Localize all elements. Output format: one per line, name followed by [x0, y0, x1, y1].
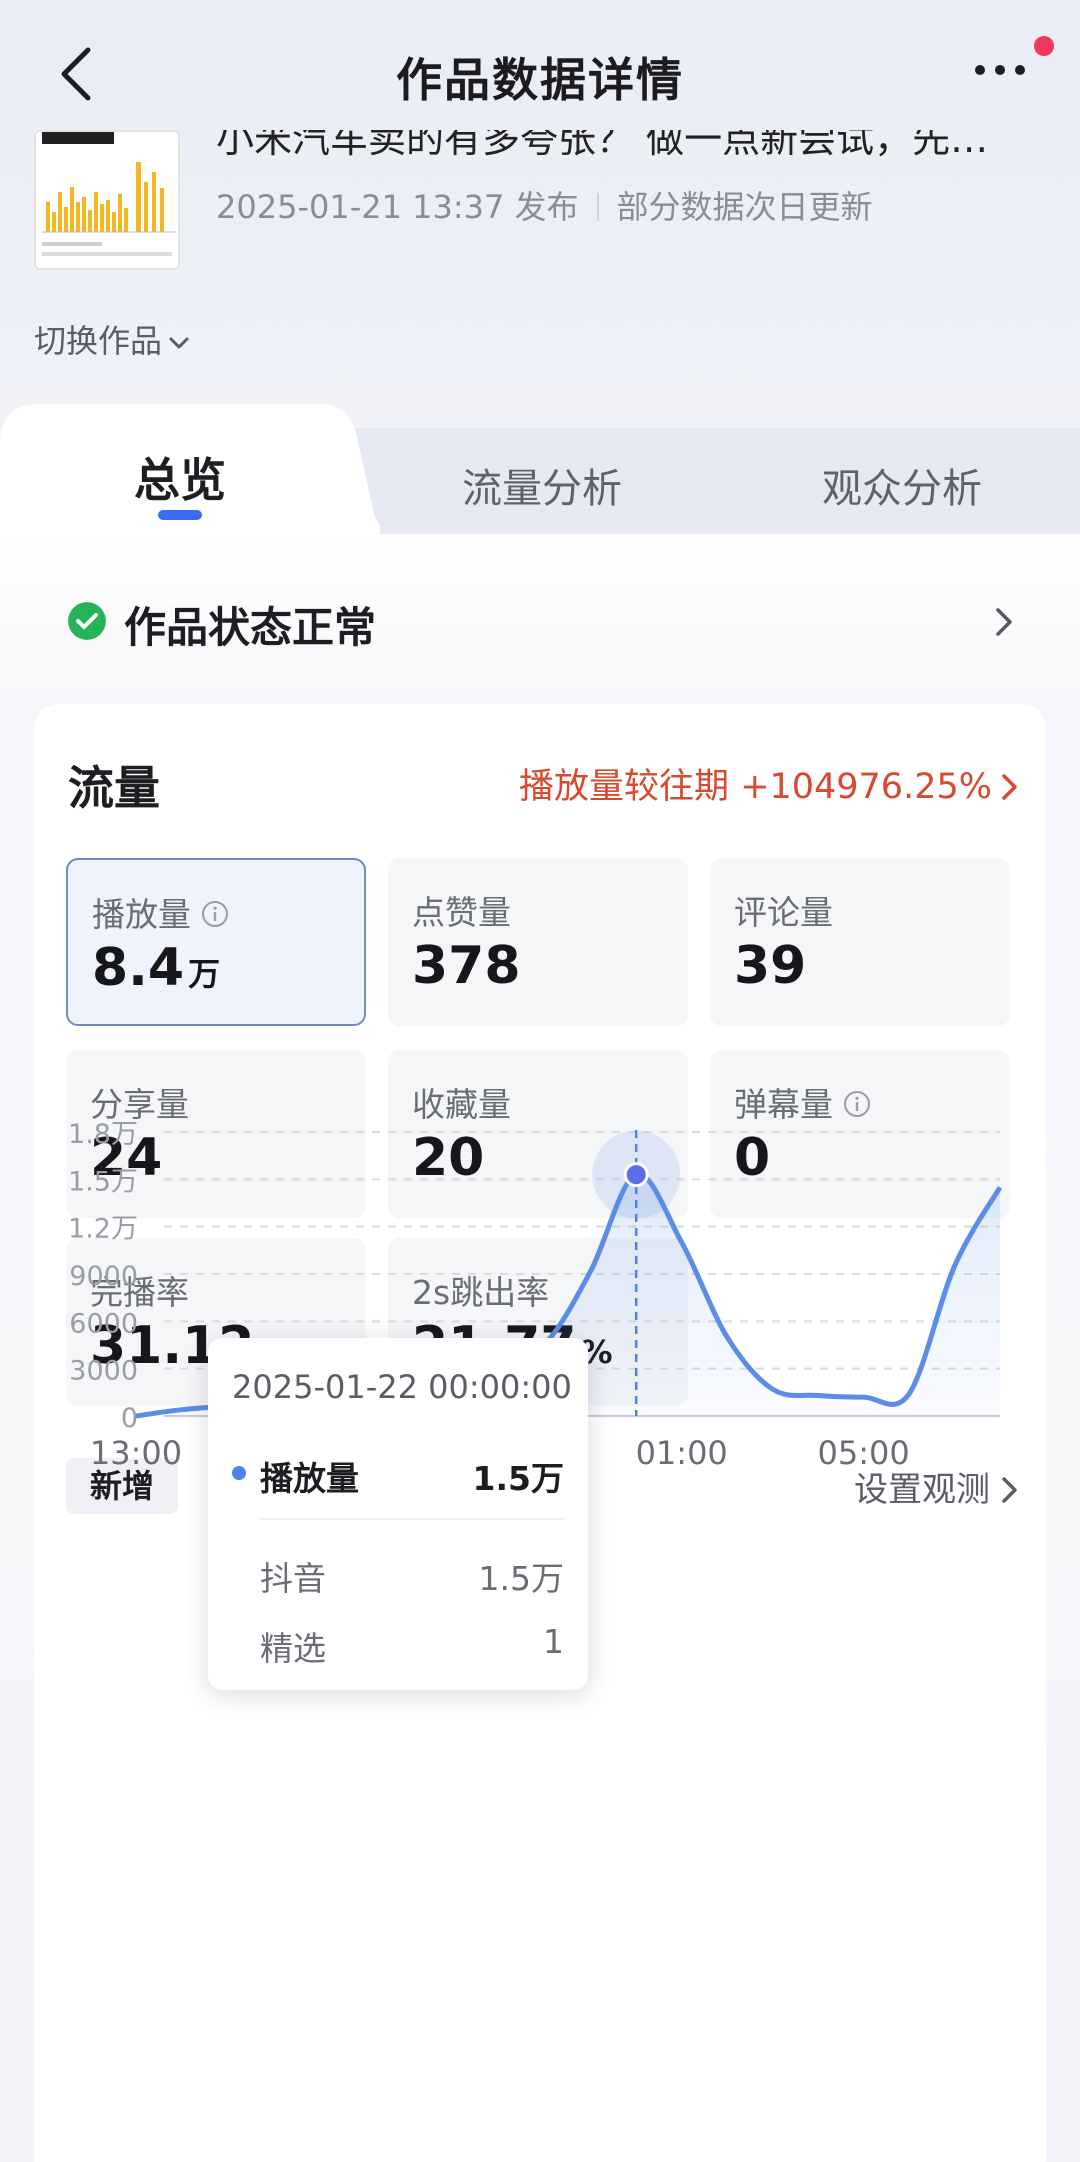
- highlight-point: [623, 1162, 649, 1188]
- switch-work-label: 切换作品: [34, 322, 163, 360]
- metric-value: 378: [412, 936, 521, 996]
- check-circle-icon: [68, 602, 106, 640]
- metric-value: 39: [734, 936, 806, 996]
- work-thumbnail[interactable]: [34, 130, 180, 270]
- play-compare-text: 播放量较往期 +104976.25%: [519, 767, 992, 807]
- tab-traffic-analysis[interactable]: 流量分析: [462, 456, 622, 514]
- metric-label: 评论量: [734, 886, 833, 934]
- publish-time: 2025-01-21 13:37 发布: [216, 188, 579, 226]
- metric-label-text: 点赞量: [412, 893, 511, 932]
- update-note: 部分数据次日更新: [616, 188, 873, 226]
- tooltip-series-name: 播放量: [260, 1459, 359, 1498]
- y-tick-label: 1.8万: [68, 1119, 138, 1150]
- play-compare-link[interactable]: 播放量较往期 +104976.25%: [519, 758, 1020, 809]
- switch-work-button[interactable]: 切换作品: [34, 316, 192, 362]
- metric-card[interactable]: 播放量 8.4 万: [66, 858, 366, 1026]
- chevron-right-icon: [1002, 774, 1017, 800]
- metric-value-number: 39: [734, 936, 807, 996]
- x-tick-label: 01:00: [636, 1434, 728, 1472]
- x-tick-label: 13:00: [90, 1434, 182, 1472]
- traffic-title: 流量: [68, 761, 160, 815]
- tooltip-series-value: 1.5万: [472, 1459, 564, 1498]
- metric-label-text: 评论量: [734, 893, 833, 932]
- tooltip-row-value: 1.5万: [478, 1559, 564, 1598]
- metric-value-number: 8.4: [92, 938, 185, 998]
- tab-audience-analysis[interactable]: 观众分析: [822, 456, 982, 514]
- meta-divider: [596, 193, 599, 221]
- chevron-down-icon: [169, 337, 189, 349]
- chevron-right-icon: [996, 608, 1012, 636]
- y-tick-label: 9000: [69, 1261, 138, 1292]
- metric-value-number: 378: [412, 936, 521, 996]
- metric-label: 点赞量: [412, 886, 511, 934]
- y-tick-label: 0: [121, 1403, 138, 1434]
- tooltip-row-name: 精选: [260, 1629, 326, 1668]
- work-meta: 2025-01-21 13:37 发布 部分数据次日更新: [216, 182, 873, 228]
- top-bar: 作品数据详情: [0, 0, 1080, 140]
- page-title: 作品数据详情: [396, 53, 684, 107]
- metric-label-text: 播放量: [92, 895, 191, 934]
- work-status-row[interactable]: 作品状态正常: [68, 592, 1018, 652]
- metric-unit: 万: [188, 955, 221, 993]
- metric-label: 播放量: [92, 888, 229, 936]
- y-tick-label: 6000: [69, 1308, 138, 1339]
- tooltip-date: 2025-01-22 00:00:00: [232, 1368, 572, 1406]
- y-tick-label: 1.2万: [68, 1214, 138, 1245]
- work-info[interactable]: 小米汽车卖的有多夸张？ 做一点新尝试，先… 2025-01-21 13:37 发…: [0, 130, 1080, 280]
- work-status-text: 作品状态正常: [124, 603, 377, 652]
- metric-card[interactable]: 点赞量 378: [388, 858, 688, 1026]
- y-tick-label: 3000: [69, 1356, 138, 1387]
- series-dot-icon: [232, 1466, 246, 1480]
- notification-dot: [1034, 36, 1054, 56]
- thumbnail-chart-icon: [36, 132, 178, 268]
- tooltip-row-value: 1: [543, 1622, 564, 1661]
- tab-overview[interactable]: 总览: [134, 444, 226, 510]
- info-icon[interactable]: [201, 900, 229, 928]
- tooltip-divider: [260, 1518, 564, 1520]
- metric-card[interactable]: 评论量 39: [710, 858, 1010, 1026]
- chart-tooltip: 2025-01-22 00:00:00 播放量 1.5万 抖音 1.5万 精选 …: [208, 1338, 588, 1690]
- tab-active-indicator: [158, 510, 202, 520]
- x-tick-label: 05:00: [817, 1434, 909, 1472]
- tooltip-row-name: 抖音: [260, 1559, 326, 1598]
- more-dots-icon[interactable]: [970, 50, 1030, 90]
- work-title: 小米汽车卖的有多夸张？ 做一点新尝试，先…: [216, 130, 989, 161]
- y-tick-label: 1.5万: [68, 1166, 138, 1197]
- metric-value: 8.4 万: [92, 938, 220, 998]
